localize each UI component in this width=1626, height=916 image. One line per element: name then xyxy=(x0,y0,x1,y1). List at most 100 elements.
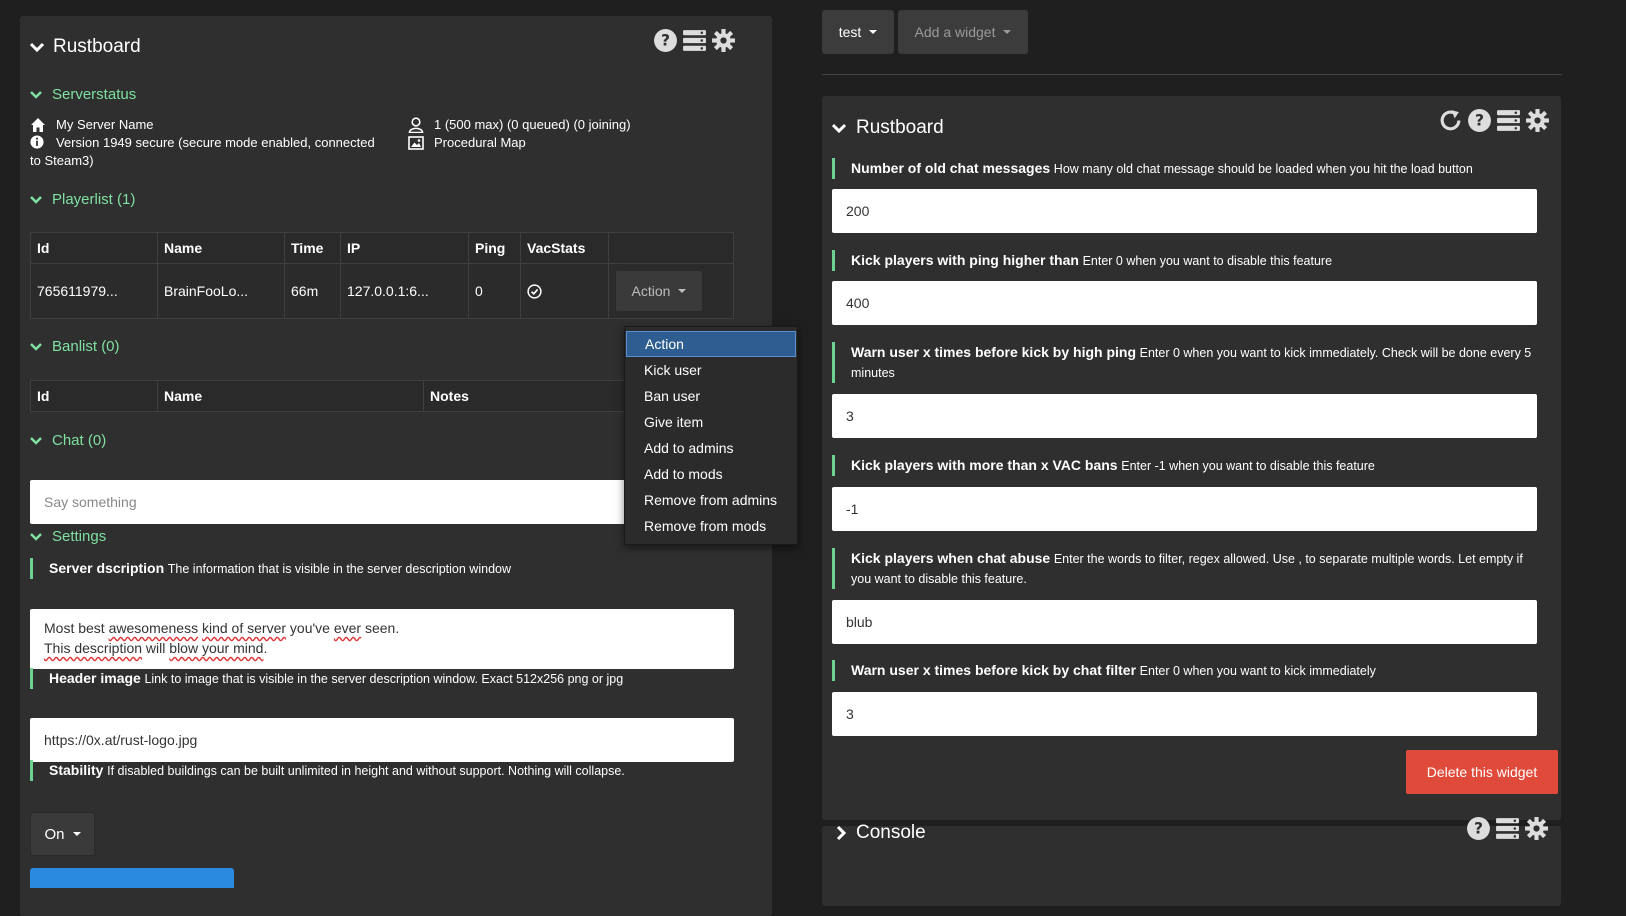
help-icon[interactable]: ? xyxy=(1466,816,1491,841)
gear-icon[interactable] xyxy=(1524,816,1549,841)
menu-item-give-item[interactable]: Give item xyxy=(626,409,796,435)
chevron-down-icon[interactable] xyxy=(832,121,846,135)
user-icon xyxy=(408,117,424,133)
setting-name: Warn user x times before kick by high pi… xyxy=(851,344,1136,360)
widget-header[interactable]: Console ? xyxy=(822,817,1561,888)
widget-header[interactable]: Rustboard ? xyxy=(20,16,772,78)
chat-abuse-input[interactable]: blub xyxy=(832,600,1537,644)
settings-toggle[interactable]: Settings xyxy=(30,528,106,545)
setting-desc: Enter 0 when you want to disable this fe… xyxy=(1082,254,1333,268)
old-chat-messages-label: Number of old chat messages How many old… xyxy=(832,158,1537,179)
chevron-down-icon xyxy=(30,436,42,445)
caret-down-icon xyxy=(72,832,81,836)
map-line: Procedural Map xyxy=(408,134,526,152)
server-version: Version 1949 secure (secure mode enabled… xyxy=(56,135,375,150)
textarea-line-2: This description will blow your mind. xyxy=(44,640,268,656)
setting-name: Server dscription xyxy=(49,560,165,576)
chevron-right-icon[interactable] xyxy=(834,826,848,840)
help-icon[interactable]: ? xyxy=(1467,108,1492,133)
column-header[interactable]: Name xyxy=(157,380,424,412)
menu-item-add-to-admins[interactable]: Add to admins xyxy=(626,435,796,461)
gear-icon[interactable] xyxy=(711,28,736,53)
tab-selector-button[interactable]: test xyxy=(822,10,894,54)
action-button-label: Action xyxy=(631,283,671,299)
column-header[interactable]: Name xyxy=(157,232,285,264)
setting-name: Stability xyxy=(49,762,104,778)
widget-title: Rustboard xyxy=(53,36,141,57)
menu-item-kick-user[interactable]: Kick user xyxy=(626,357,796,383)
column-header[interactable]: IP xyxy=(340,232,469,264)
server-list-icon[interactable] xyxy=(1495,816,1520,841)
chat-abuse-label: Kick players when chat abuse Enter the w… xyxy=(832,548,1537,589)
svg-text:?: ? xyxy=(1475,112,1484,130)
server-description-label: Server dscription The information that i… xyxy=(30,558,734,579)
server-description-textarea[interactable]: Most best awesomeness kind of server you… xyxy=(30,609,734,669)
setting-name: Kick players with ping higher than xyxy=(851,252,1079,268)
chevron-down-icon xyxy=(30,90,42,99)
serverstatus-heading: Serverstatus xyxy=(52,86,137,103)
banlist-toggle[interactable]: Banlist (0) xyxy=(30,338,120,355)
add-widget-button[interactable]: Add a widget xyxy=(898,10,1028,54)
check-circle-icon xyxy=(527,283,602,299)
warn-chat-filter-label: Warn user x times before kick by chat fi… xyxy=(832,660,1537,681)
vacstats-cell xyxy=(520,263,609,319)
home-icon xyxy=(30,117,46,133)
input-value: -1 xyxy=(846,501,859,517)
playerlist-toggle[interactable]: Playerlist (1) xyxy=(30,191,135,208)
column-header[interactable]: Ping xyxy=(468,232,521,264)
help-icon[interactable]: ? xyxy=(653,28,678,53)
kick-ping-input[interactable]: 400 xyxy=(832,281,1537,325)
server-list-icon[interactable] xyxy=(682,28,707,53)
stability-select[interactable]: On xyxy=(30,812,95,856)
widget-header[interactable]: Rustboard ? xyxy=(822,96,1561,158)
header-image-value: https://0x.at/rust-logo.jpg xyxy=(44,732,198,748)
vac-bans-label: Kick players with more than x VAC bans E… xyxy=(832,455,1537,476)
refresh-icon[interactable] xyxy=(1438,108,1463,133)
column-header[interactable]: Time xyxy=(284,232,341,264)
console-widget: Console ? xyxy=(822,817,1561,906)
warn-high-ping-label: Warn user x times before kick by high pi… xyxy=(832,342,1537,383)
player-ping: 0 xyxy=(468,263,521,319)
version-line-cont: to Steam3) xyxy=(30,152,94,170)
input-value: 400 xyxy=(846,295,870,311)
svg-text:?: ? xyxy=(1474,820,1483,838)
menu-item-action[interactable]: Action xyxy=(626,331,796,357)
action-dropdown-button[interactable]: Action xyxy=(615,270,703,312)
save-button[interactable] xyxy=(30,868,234,888)
chevron-down-icon xyxy=(30,195,42,204)
setting-name: Kick players with more than x VAC bans xyxy=(851,457,1118,473)
chevron-down-icon[interactable] xyxy=(30,40,44,54)
warn-high-ping-input[interactable]: 3 xyxy=(832,394,1537,438)
old-chat-messages-input[interactable]: 200 xyxy=(832,189,1537,233)
setting-name: Warn user x times before kick by chat fi… xyxy=(851,662,1137,678)
version-line: Version 1949 secure (secure mode enabled… xyxy=(30,134,400,152)
setting-desc: How many old chat message should be load… xyxy=(1053,162,1473,176)
server-name: My Server Name xyxy=(56,117,154,132)
menu-item-add-to-mods[interactable]: Add to mods xyxy=(626,461,796,487)
tab-selector-label: test xyxy=(838,24,862,40)
serverstatus-toggle[interactable]: Serverstatus xyxy=(30,86,136,103)
setting-desc: If disabled buildings can be built unlim… xyxy=(107,764,625,778)
menu-item-remove-from-admins[interactable]: Remove from admins xyxy=(626,487,796,513)
stability-value: On xyxy=(44,825,65,843)
server-list-icon[interactable] xyxy=(1496,108,1521,133)
delete-widget-button[interactable]: Delete this widget xyxy=(1406,750,1558,794)
textarea-line-1: Most best awesomeness kind of server you… xyxy=(44,620,400,636)
menu-item-remove-from-mods[interactable]: Remove from mods xyxy=(626,513,796,539)
column-header[interactable]: VacStats xyxy=(520,232,609,264)
setting-desc: Enter 0 when you want to kick immediatel… xyxy=(1139,664,1376,678)
header-image-input[interactable]: https://0x.at/rust-logo.jpg xyxy=(30,718,734,762)
vac-bans-input[interactable]: -1 xyxy=(832,487,1537,531)
menu-item-ban-user[interactable]: Ban user xyxy=(626,383,796,409)
settings-heading: Settings xyxy=(52,528,107,545)
banlist-heading: Banlist (0) xyxy=(52,338,120,355)
warn-chat-filter-input[interactable]: 3 xyxy=(832,692,1537,736)
action-dropdown-menu: Action Kick user Ban user Give item Add … xyxy=(624,326,798,545)
gear-icon[interactable] xyxy=(1525,108,1550,133)
column-header[interactable]: Id xyxy=(30,380,158,412)
chat-toggle[interactable]: Chat (0) xyxy=(30,432,106,449)
column-header[interactable]: Id xyxy=(30,232,158,264)
divider xyxy=(822,74,1562,75)
setting-name: Number of old chat messages xyxy=(851,160,1051,176)
setting-desc: Enter -1 when you want to disable this f… xyxy=(1121,459,1375,473)
